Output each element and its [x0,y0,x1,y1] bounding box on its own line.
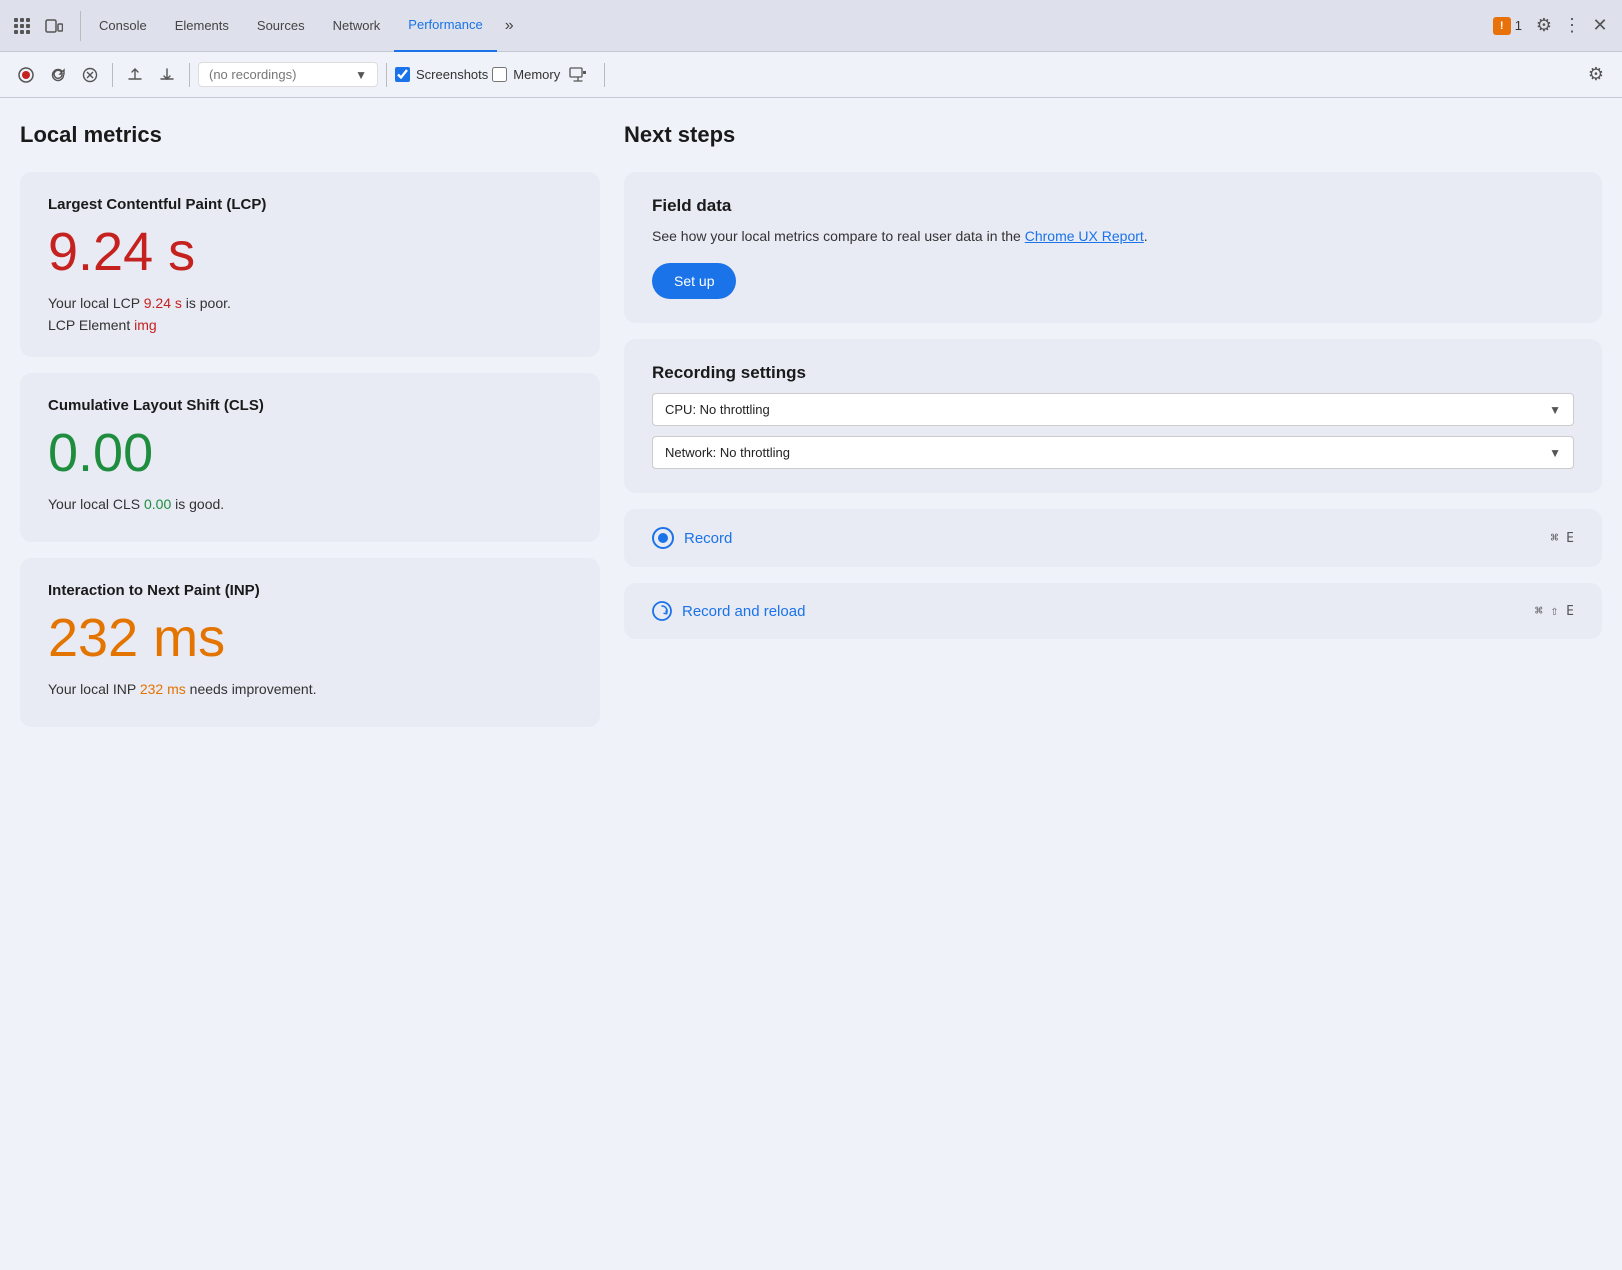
lcp-element: LCP Element img [48,317,572,333]
cls-desc-suffix: is good. [171,496,224,512]
field-data-desc-after: . [1144,228,1148,244]
memory-label: Memory [513,67,560,82]
local-metrics-title: Local metrics [20,122,600,148]
inp-value: 232 ms [48,611,572,665]
cpu-throttle-select[interactable]: CPU: No throttling ▼ [652,393,1574,426]
field-data-desc: See how your local metrics compare to re… [652,226,1574,247]
inp-name: Interaction to Next Paint (INP) [48,582,572,599]
cpu-select-arrow-icon: ▼ [1549,403,1561,417]
tab-sources[interactable]: Sources [243,0,319,52]
refresh-button[interactable] [44,61,72,89]
record-reload-shortcut: ⌘ ⇧ E [1535,604,1574,619]
devtools-tabbar: Console Elements Sources Network Perform… [0,0,1622,52]
tab-performance[interactable]: Performance [394,0,496,52]
cls-desc-prefix: Your local CLS [48,496,144,512]
toolbar-sep-3 [386,63,387,87]
inspect-icon[interactable] [8,12,36,40]
inp-card: Interaction to Next Paint (INP) 232 ms Y… [20,558,600,727]
screenshots-label: Screenshots [416,67,488,82]
screenshots-checkbox-label[interactable]: Screenshots [395,67,488,82]
record-circle-icon [652,527,674,549]
next-steps-title: Next steps [624,122,1602,148]
recording-settings-card: Recording settings CPU: No throttling ▼ … [624,339,1602,493]
lcp-element-value[interactable]: img [134,317,157,333]
devtools-icon-group [8,12,68,40]
lcp-value: 9.24 s [48,225,572,279]
record-reload-action-card[interactable]: Record and reload ⌘ ⇧ E [624,583,1602,639]
setup-button[interactable]: Set up [652,263,736,299]
left-panel: Local metrics Largest Contentful Paint (… [20,122,600,1246]
field-data-desc-before: See how your local metrics compare to re… [652,228,1025,244]
error-count: 1 [1515,18,1522,33]
clear-button[interactable] [76,61,104,89]
dropdown-arrow-icon: ▼ [355,68,367,82]
download-button[interactable] [153,61,181,89]
devtools-close-icon[interactable]: ✕ [1586,12,1614,40]
cls-value: 0.00 [48,426,572,480]
cls-desc-value: 0.00 [144,496,171,512]
devtools-settings-icon[interactable]: ⚙ [1530,12,1558,40]
lcp-desc-prefix: Your local LCP [48,295,144,311]
field-data-title: Field data [652,196,1574,216]
network-select-arrow-icon: ▼ [1549,446,1561,460]
toolbar-settings-right-icon[interactable]: ⚙ [1582,61,1610,89]
record-reload-label: Record and reload [682,603,805,620]
lcp-name: Largest Contentful Paint (LCP) [48,196,572,213]
record-shortcut: ⌘ E [1551,531,1574,546]
field-data-card: Field data See how your local metrics co… [624,172,1602,323]
display-icon[interactable] [564,61,592,89]
device-toolbar-icon[interactable] [40,12,68,40]
inp-description: Your local INP 232 ms needs improvement. [48,681,572,697]
record-action-left: Record [652,527,732,549]
upload-button[interactable] [121,61,149,89]
reload-circle-icon [652,601,672,621]
tab-elements[interactable]: Elements [161,0,243,52]
record-dot [658,533,668,543]
toolbar-sep-2 [189,63,190,87]
record-reload-action-left: Record and reload [652,601,805,621]
network-throttle-select[interactable]: Network: No throttling ▼ [652,436,1574,469]
lcp-description: Your local LCP 9.24 s is poor. [48,295,572,311]
cls-description: Your local CLS 0.00 is good. [48,496,572,512]
recording-settings-title: Recording settings [652,363,1574,383]
tab-separator-1 [80,11,81,41]
more-tabs-button[interactable]: » [497,11,522,41]
performance-toolbar: (no recordings) ▼ Screenshots Memory ⚙ [0,52,1622,98]
lcp-desc-value: 9.24 s [144,295,182,311]
error-icon: ! [1493,17,1511,35]
screenshots-checkbox[interactable] [395,67,410,82]
inp-desc-prefix: Your local INP [48,681,140,697]
memory-checkbox[interactable] [492,67,507,82]
toolbar-sep-1 [112,63,113,87]
chrome-ux-report-link[interactable]: Chrome UX Report [1025,228,1144,244]
tab-network[interactable]: Network [319,0,395,52]
lcp-desc-suffix: is poor. [182,295,231,311]
error-badge[interactable]: ! 1 [1493,17,1522,35]
record-label: Record [684,530,732,547]
cls-card: Cumulative Layout Shift (CLS) 0.00 Your … [20,373,600,542]
recordings-dropdown[interactable]: (no recordings) ▼ [198,62,378,87]
inp-desc-value: 232 ms [140,681,186,697]
lcp-element-label: LCP Element [48,317,130,333]
lcp-card: Largest Contentful Paint (LCP) 9.24 s Yo… [20,172,600,357]
toolbar-right-sep [604,63,605,87]
cls-name: Cumulative Layout Shift (CLS) [48,397,572,414]
devtools-more-icon[interactable]: ⋮ [1558,12,1586,40]
right-panel: Next steps Field data See how your local… [624,122,1602,1246]
record-button[interactable] [12,61,40,89]
record-action-card[interactable]: Record ⌘ E [624,509,1602,567]
tab-console[interactable]: Console [85,0,161,52]
inp-desc-suffix: needs improvement. [186,681,317,697]
memory-checkbox-label[interactable]: Memory [492,67,560,82]
main-content: Local metrics Largest Contentful Paint (… [0,98,1622,1270]
